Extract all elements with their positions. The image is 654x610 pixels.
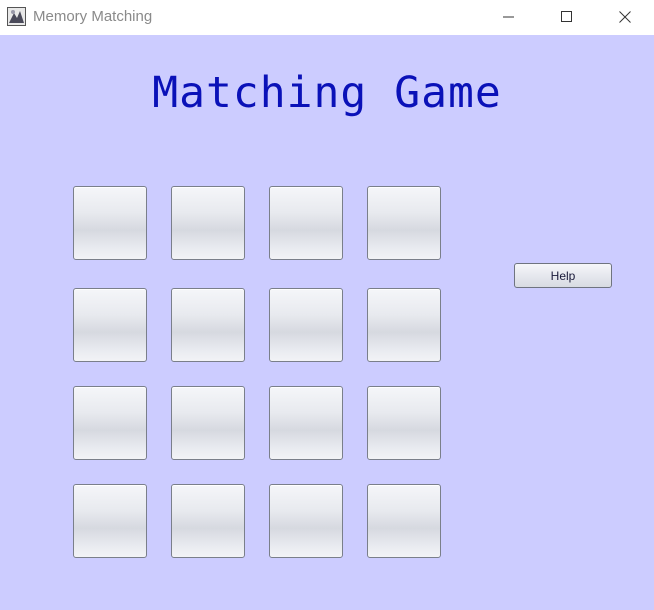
card-tile-r1-c3[interactable]	[269, 186, 343, 260]
card-tile-r2-c3[interactable]	[269, 288, 343, 362]
card-tile-r4-c4[interactable]	[367, 484, 441, 558]
minimize-button[interactable]	[480, 0, 538, 34]
card-tile-r1-c2[interactable]	[171, 186, 245, 260]
window-title: Memory Matching	[33, 8, 153, 25]
card-tile-r4-c3[interactable]	[269, 484, 343, 558]
help-button[interactable]: Help	[514, 263, 612, 288]
card-tile-r3-c4[interactable]	[367, 386, 441, 460]
close-button[interactable]	[596, 0, 654, 34]
game-panel: Matching Game Help	[0, 35, 654, 610]
maximize-button[interactable]	[538, 0, 596, 34]
card-tile-r2-c4[interactable]	[367, 288, 441, 362]
close-icon	[619, 8, 631, 27]
card-tile-r2-c1[interactable]	[73, 288, 147, 362]
app-window: Memory Matching Matching Game Help	[0, 0, 654, 610]
card-tile-r1-c4[interactable]	[367, 186, 441, 260]
card-tile-r3-c3[interactable]	[269, 386, 343, 460]
card-tile-r4-c2[interactable]	[171, 484, 245, 558]
title-bar[interactable]: Memory Matching	[0, 0, 654, 34]
card-tile-r2-c2[interactable]	[171, 288, 245, 362]
card-tile-r1-c1[interactable]	[73, 186, 147, 260]
java-app-icon	[7, 7, 26, 26]
card-tile-r3-c2[interactable]	[171, 386, 245, 460]
maximize-icon	[561, 8, 573, 27]
card-tile-r3-c1[interactable]	[73, 386, 147, 460]
game-title: Matching Game	[152, 68, 502, 118]
card-tile-r4-c1[interactable]	[73, 484, 147, 558]
minimize-icon	[503, 8, 515, 27]
